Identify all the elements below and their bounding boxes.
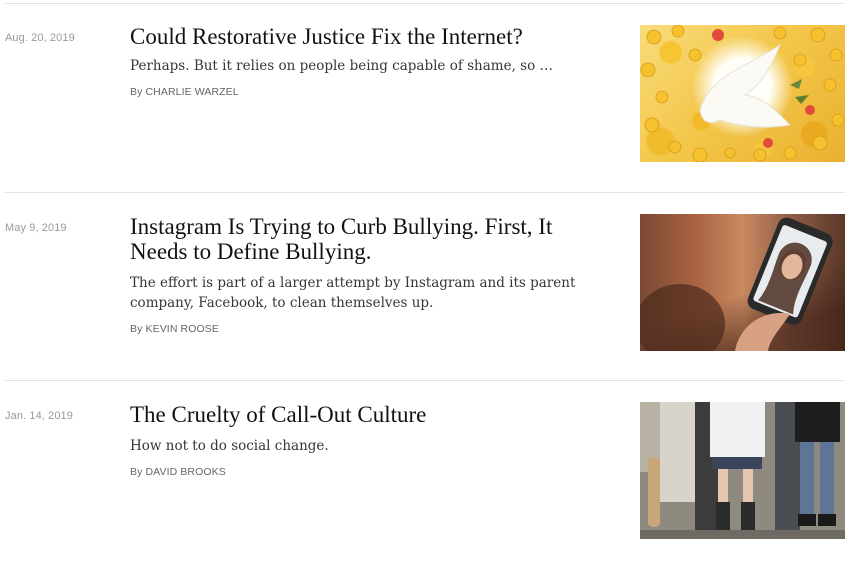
phone-image bbox=[640, 217, 833, 351]
article-item: Aug. 20, 2019 Could Restorative Justice … bbox=[5, 3, 845, 192]
article-date: Jan. 14, 2019 bbox=[5, 410, 73, 422]
article-headline[interactable]: Could Restorative Justice Fix the Intern… bbox=[130, 24, 610, 49]
article-content: Could Restorative Justice Fix the Intern… bbox=[130, 24, 610, 98]
byline-author[interactable]: Kevin Roose bbox=[146, 323, 219, 335]
article-date: May 9, 2019 bbox=[5, 222, 67, 234]
article-headline[interactable]: The Cruelty of Call-Out Culture bbox=[130, 402, 610, 427]
article-item: May 9, 2019 Instagram Is Trying to Curb … bbox=[5, 192, 845, 380]
dove-emoji-image bbox=[640, 25, 845, 162]
byline-prefix: By bbox=[130, 323, 143, 335]
article-summary: Perhaps. But it relies on people being c… bbox=[130, 58, 554, 74]
article-thumbnail[interactable] bbox=[640, 402, 845, 539]
article-summary: The effort is part of a larger attempt b… bbox=[130, 275, 576, 311]
crowd-image bbox=[640, 402, 845, 539]
article-summary: How not to do social change. bbox=[130, 438, 329, 454]
byline-author[interactable]: David Brooks bbox=[146, 466, 226, 478]
article-date: Aug. 20, 2019 bbox=[5, 32, 75, 44]
article-byline: By Charlie Warzel bbox=[130, 86, 610, 98]
article-thumbnail[interactable] bbox=[640, 214, 845, 351]
byline-prefix: By bbox=[130, 86, 143, 98]
article-byline: By Kevin Roose bbox=[130, 323, 610, 335]
article-content: The Cruelty of Call-Out Culture How not … bbox=[130, 402, 610, 478]
article-content: Instagram Is Trying to Curb Bullying. Fi… bbox=[130, 214, 610, 335]
article-byline: By David Brooks bbox=[130, 466, 610, 478]
article-thumbnail[interactable] bbox=[640, 25, 845, 162]
byline-prefix: By bbox=[130, 466, 143, 478]
article-headline[interactable]: Instagram Is Trying to Curb Bullying. Fi… bbox=[130, 214, 610, 264]
byline-author[interactable]: Charlie Warzel bbox=[146, 86, 239, 98]
article-item: Jan. 14, 2019 The Cruelty of Call-Out Cu… bbox=[5, 380, 845, 568]
